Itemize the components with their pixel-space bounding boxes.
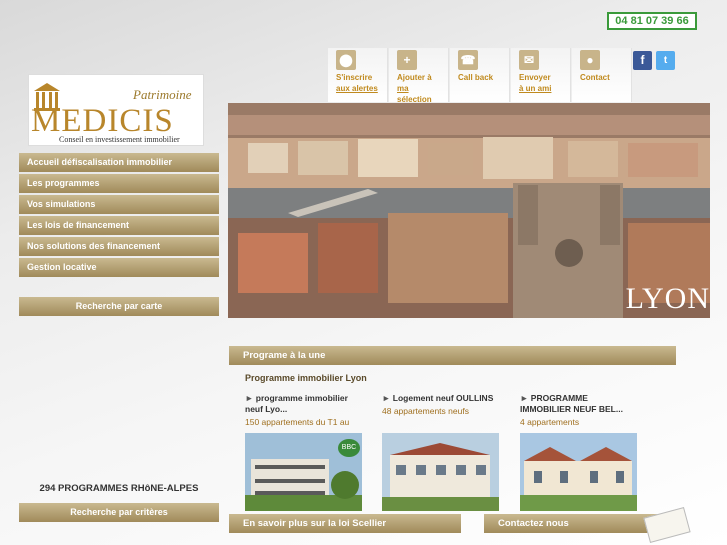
criteria-search-button[interactable]: Recherche par critères: [19, 503, 219, 522]
phone-icon: ☎: [458, 50, 478, 70]
program-card[interactable]: ► programme immobilier neuf Lyo... 150 a…: [245, 393, 363, 511]
tool-send-line1: Envoyer: [519, 73, 551, 82]
hero-banner: LYON: [228, 103, 710, 318]
location-pin-icon: ⬤: [336, 50, 356, 70]
bbc-badge: BBC: [338, 439, 360, 457]
contact-us-button[interactable]: Contactez nous: [484, 514, 660, 533]
menu-item-rental[interactable]: Gestion locative: [19, 258, 219, 277]
tool-alerts-line1: S'inscrire: [336, 73, 373, 82]
card-photo[interactable]: BBC: [245, 433, 362, 511]
card-subtitle: 4 appartements: [520, 417, 580, 427]
menu-item-simulations[interactable]: Vos simulations: [19, 195, 219, 214]
twitter-icon[interactable]: t: [656, 51, 675, 70]
tool-contact-line1: Contact: [580, 73, 610, 82]
phone-number: 04 81 07 39 66: [607, 12, 697, 30]
tool-send-line2[interactable]: à un ami: [519, 83, 562, 94]
action-toolbar: ⬤ S'inscrire aux alertes + Ajouter à ma …: [328, 48, 633, 105]
card-title[interactable]: PROGRAMME IMMOBILIER NEUF BEL...: [520, 393, 623, 414]
menu-item-laws[interactable]: Les lois de financement: [19, 216, 219, 235]
arrow-icon: ►: [382, 393, 393, 403]
logo-tagline: Conseil en investissement immobilier: [59, 135, 180, 144]
site-logo[interactable]: Patrimoine MEDICIS Conseil en investisse…: [28, 74, 204, 146]
card-title[interactable]: programme immobilier neuf Lyo...: [245, 393, 348, 414]
tool-add-selection[interactable]: + Ajouter à ma sélection: [389, 48, 449, 105]
main-menu: Accueil défiscalisation immobilier Les p…: [19, 153, 219, 279]
logo-patrimoine: Patrimoine: [133, 87, 192, 102]
person-icon: ●: [580, 50, 600, 70]
menu-item-financing[interactable]: Nos solutions des financement: [19, 237, 219, 256]
tool-send-friend[interactable]: ✉ Envoyer à un ami: [511, 48, 571, 102]
tool-call-line1: Call back: [458, 73, 494, 82]
plus-icon: +: [397, 50, 417, 70]
program-count: 294 PROGRAMMES RHôNE-ALPES: [39, 483, 199, 494]
tool-add-line2[interactable]: ma sélection: [397, 83, 440, 105]
card-subtitle: 48 appartements neufs: [382, 406, 469, 416]
featured-bar: Programe à la une: [229, 346, 676, 365]
menu-item-programs[interactable]: Les programmes: [19, 174, 219, 193]
envelope-icon[interactable]: [643, 507, 691, 543]
tool-alerts[interactable]: ⬤ S'inscrire aux alertes: [328, 48, 388, 102]
facebook-icon[interactable]: f: [633, 51, 652, 70]
featured-program-title[interactable]: Programme immobilier Lyon: [245, 373, 367, 383]
mail-icon: ✉: [519, 50, 539, 70]
tool-add-line1: Ajouter à: [397, 73, 432, 82]
arrow-icon: ►: [245, 393, 256, 403]
program-card[interactable]: ► Logement neuf OULLINS 48 appartements …: [382, 393, 500, 511]
hero-city-label: LYON: [625, 282, 710, 315]
menu-item-home[interactable]: Accueil défiscalisation immobilier: [19, 153, 219, 172]
card-subtitle: 150 appartements du T1 au: [245, 417, 350, 427]
tool-call-back[interactable]: ☎ Call back: [450, 48, 510, 102]
arrow-icon: ►: [520, 393, 531, 403]
program-card[interactable]: ► PROGRAMME IMMOBILIER NEUF BEL... 4 app…: [520, 393, 638, 511]
card-photo[interactable]: [382, 433, 499, 511]
scellier-link-button[interactable]: En savoir plus sur la loi Scellier: [229, 514, 461, 533]
map-search-button[interactable]: Recherche par carte: [19, 297, 219, 316]
tool-alerts-line2[interactable]: aux alertes: [336, 83, 379, 94]
card-photo[interactable]: [520, 433, 637, 511]
card-title[interactable]: Logement neuf OULLINS: [393, 393, 494, 403]
tool-contact[interactable]: ● Contact: [572, 48, 632, 102]
